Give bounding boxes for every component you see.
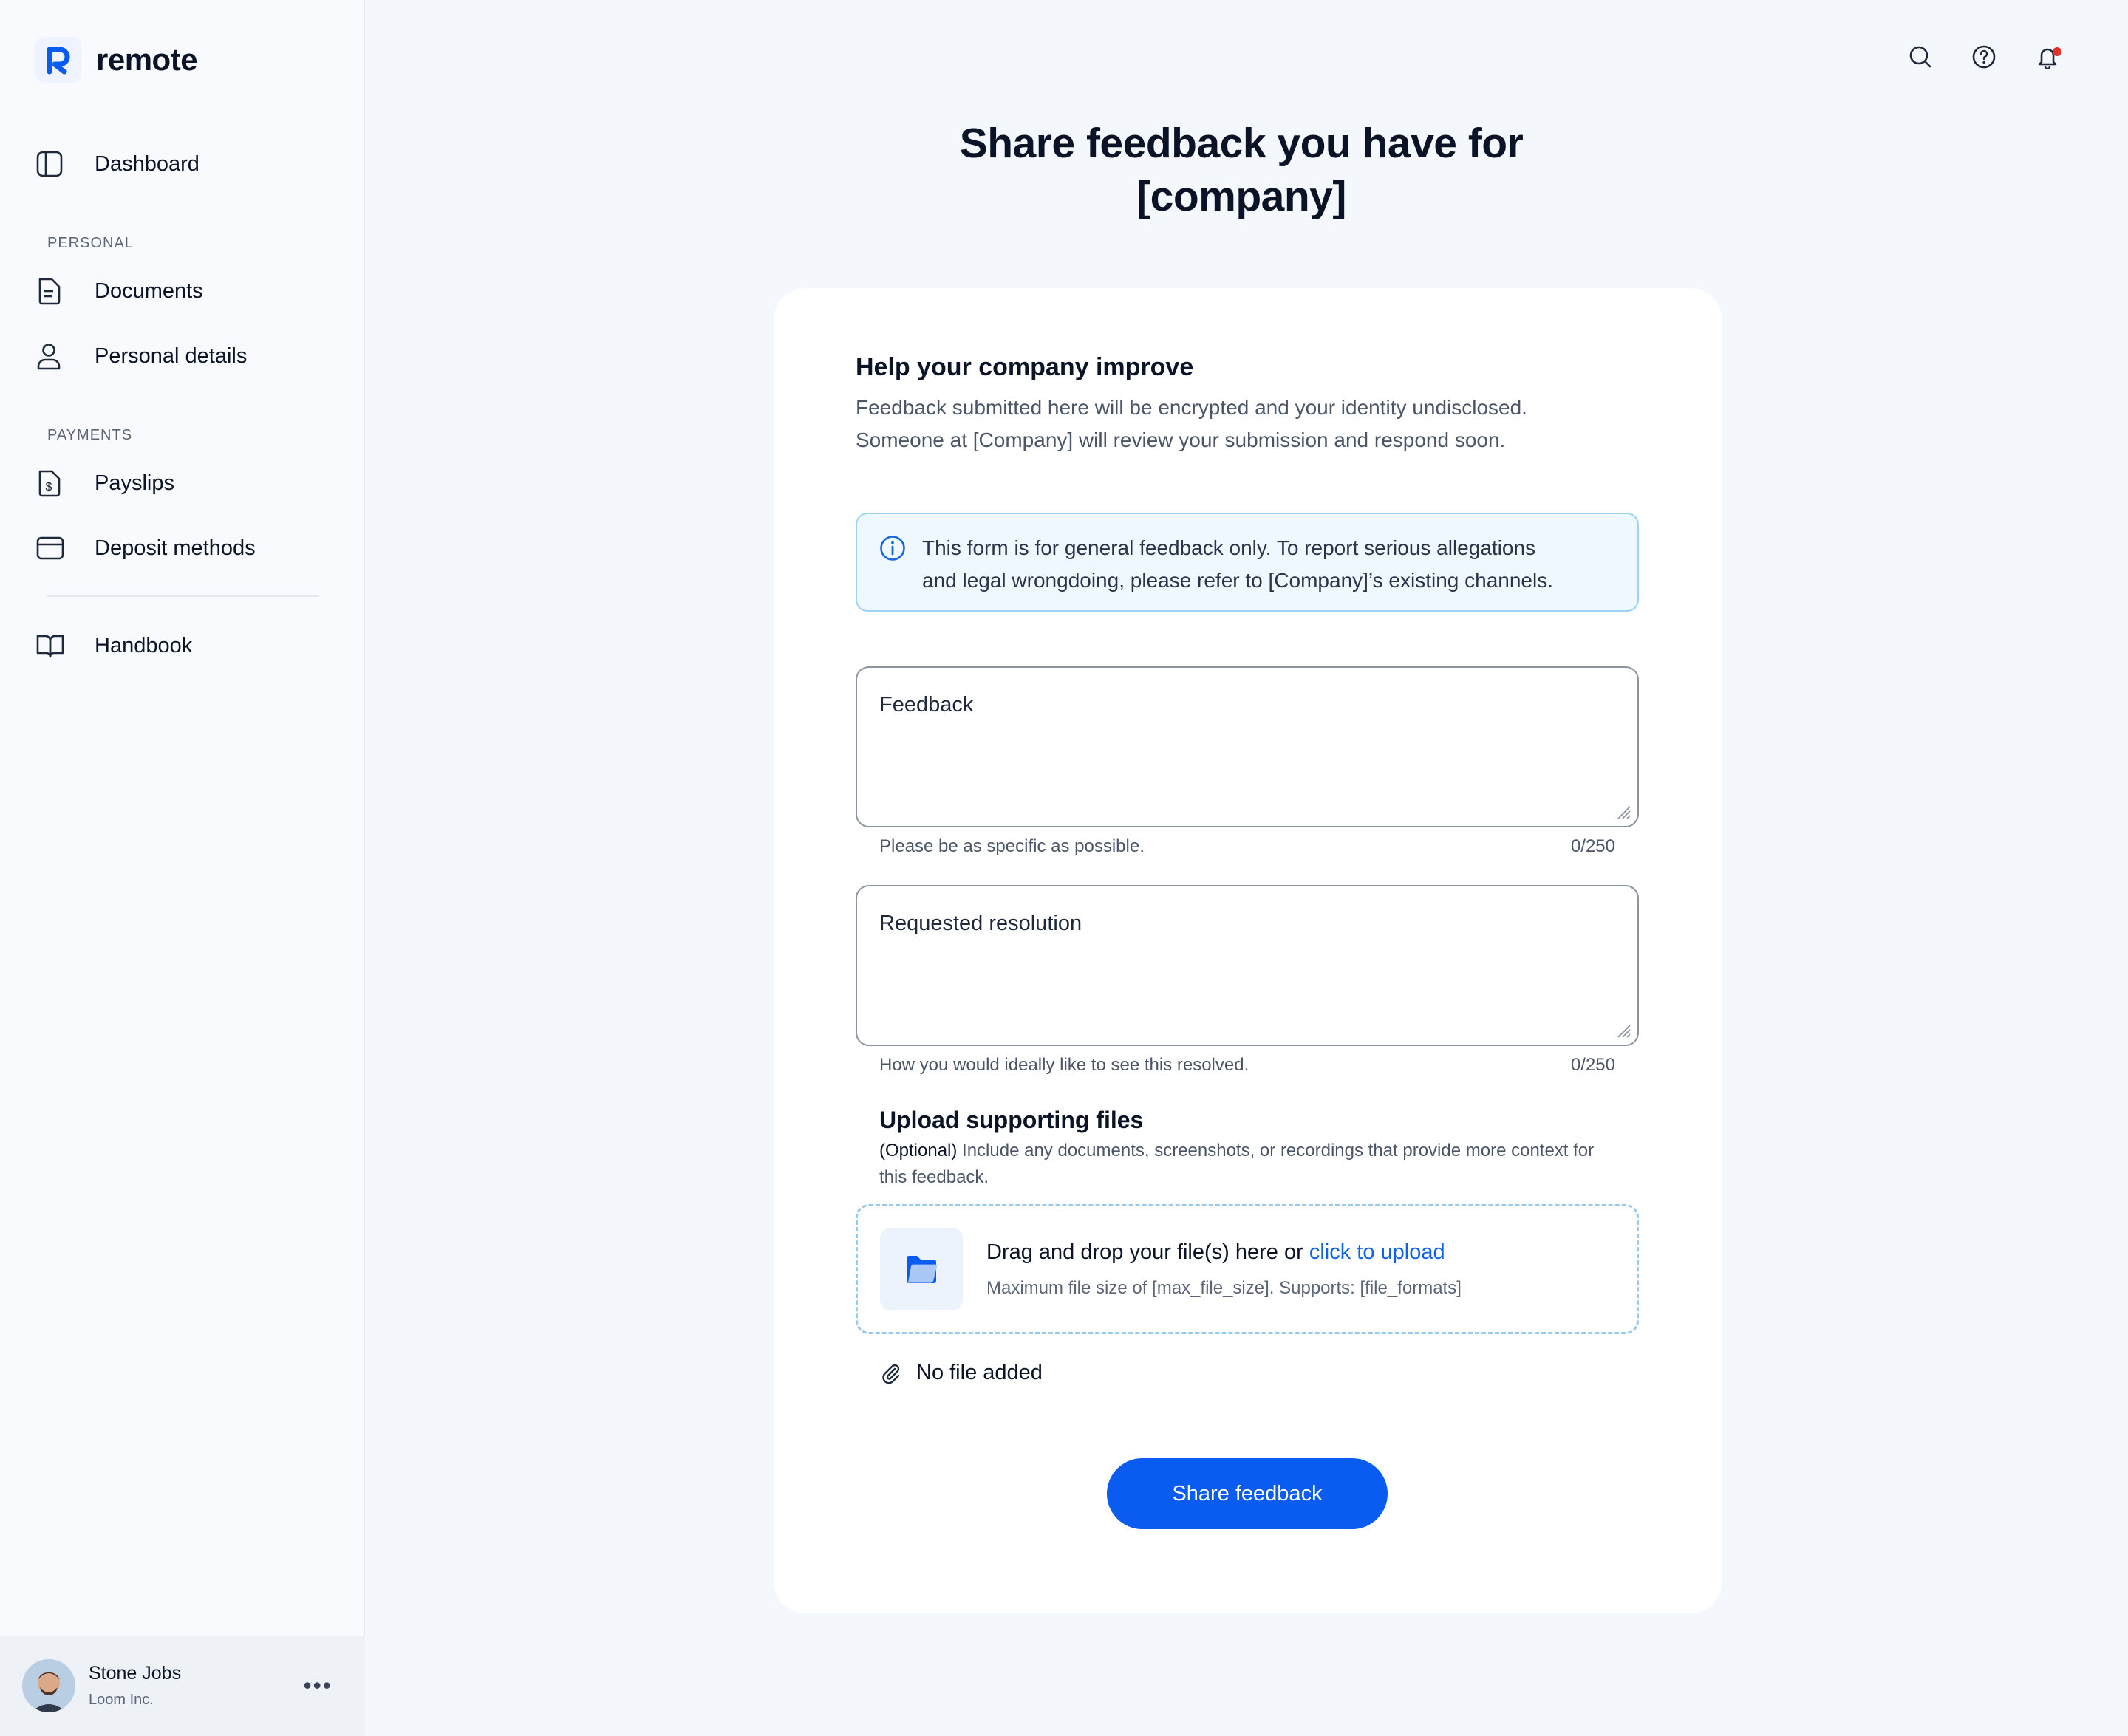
drag-word: Drag [986,1240,1033,1264]
feedback-placeholder: Feedback [879,693,974,717]
share-feedback-button[interactable]: Share feedback [1107,1458,1388,1529]
alert-text-line-2: and legal wrongdoing, please refer to [C… [922,569,1553,592]
brand-name: remote [96,42,198,77]
file-limits-text: Maximum file size of [max_file_size]. Su… [986,1277,1462,1298]
sidebar-divider [47,595,319,597]
page-title-line-2: [company] [1136,173,1346,220]
sidebar-item-label: Deposit methods [95,536,256,560]
more-options-button[interactable]: ••• [303,1672,332,1700]
info-icon [879,535,906,561]
alert-text-line-1: This form is for general feedback only. … [922,536,1536,559]
notification-dot [2053,47,2062,56]
info-alert: This form is for general feedback only. … [856,513,1639,612]
sidebar-item-dashboard[interactable]: Dashboard [35,142,200,186]
feedback-helper-text: Please be as specific as possible. [879,836,1145,856]
dashboard-icon [35,145,74,183]
file-dropzone[interactable]: Drag and drop your file(s) here or click… [856,1204,1639,1334]
click-to-upload-link[interactable]: click to upload [1309,1240,1445,1264]
sidebar-item-label: Personal details [95,344,248,368]
sidebar-item-label: Handbook [95,633,193,657]
folder-icon [880,1228,963,1310]
page-title-line-1: Share feedback you have for [959,120,1524,167]
user-icon [35,337,74,375]
dropzone-instruction: Drag and drop your file(s) here or click… [986,1240,1462,1265]
section-label-personal: PERSONAL [47,235,134,251]
resolution-helper-row: How you would ideally like to see this r… [879,1055,1615,1076]
upload-title: Upload supporting files [879,1107,1144,1133]
upload-description-text: Include any documents, screenshots, or r… [879,1141,1595,1187]
sidebar-item-deposit-methods[interactable]: Deposit methods [35,526,256,570]
document-icon [35,272,74,310]
payslip-icon: $ [35,464,74,502]
sidebar-item-label: Payslips [95,471,174,495]
bell-icon[interactable] [2035,44,2062,70]
feedback-textarea[interactable]: Feedback [856,666,1639,827]
upload-description: (Optional) Include any documents, screen… [879,1138,1626,1191]
resize-handle-icon[interactable] [1615,1022,1631,1039]
resolution-helper-text: How you would ideally like to see this r… [879,1055,1249,1075]
section-label-payments: PAYMENTS [47,427,133,443]
remote-logo-icon [35,37,81,83]
sidebar-item-documents[interactable]: Documents [35,269,203,313]
search-icon[interactable] [1908,44,1933,69]
sidebar-item-personal-details[interactable]: Personal details [35,334,247,378]
no-file-text: No file added [916,1361,1043,1384]
alert-text: This form is for general feedback only. … [922,532,1553,597]
feedback-card: Help your company improve Feedback submi… [774,288,1722,1613]
requested-resolution-textarea[interactable]: Requested resolution [856,885,1639,1046]
user-name: Stone Jobs [89,1663,182,1684]
page-title: Share feedback you have for [company] [835,117,1648,223]
resize-handle-icon[interactable] [1615,804,1631,820]
resolution-placeholder: Requested resolution [879,912,1082,935]
app-root: remote Dashboard PERSONAL Documents Pers… [0,0,2128,1736]
drop-word: drop [1080,1240,1124,1264]
sidebar-item-label: Documents [95,278,203,303]
sidebar-item-label: Dashboard [95,151,200,176]
sidebar-item-handbook[interactable]: Handbook [35,623,192,668]
and-word: and [1032,1240,1081,1264]
header-actions [1908,44,2062,70]
sidebar-item-payslips[interactable]: $ Payslips [35,461,174,505]
card-description-line-2: Someone at [Company] will review your su… [856,428,1506,451]
svg-text:$: $ [46,481,52,493]
paperclip-icon [879,1361,903,1385]
help-icon[interactable] [1971,44,1996,69]
user-company: Loom Inc. [89,1692,154,1708]
dropzone-instruction-rest: your file(s) here or [1123,1240,1309,1264]
card-heading: Help your company improve [856,353,1194,381]
avatar [22,1659,75,1712]
feedback-helper-row: Please be as specific as possible. 0/250 [879,836,1615,857]
feedback-char-count: 0/250 [1570,836,1615,856]
card-icon [35,529,74,567]
book-icon [35,626,74,665]
attachment-status: No file added [879,1361,1043,1385]
upload-optional-label: (Optional) [879,1141,958,1161]
user-profile[interactable]: Stone Jobs Loom Inc. ••• [0,1636,365,1736]
resolution-char-count: 0/250 [1570,1055,1615,1075]
sidebar: remote Dashboard PERSONAL Documents Pers… [0,0,365,1736]
brand-logo[interactable]: remote [35,37,198,83]
card-description-line-1: Feedback submitted here will be encrypte… [856,396,1527,419]
card-description: Feedback submitted here will be encrypte… [856,392,1639,457]
